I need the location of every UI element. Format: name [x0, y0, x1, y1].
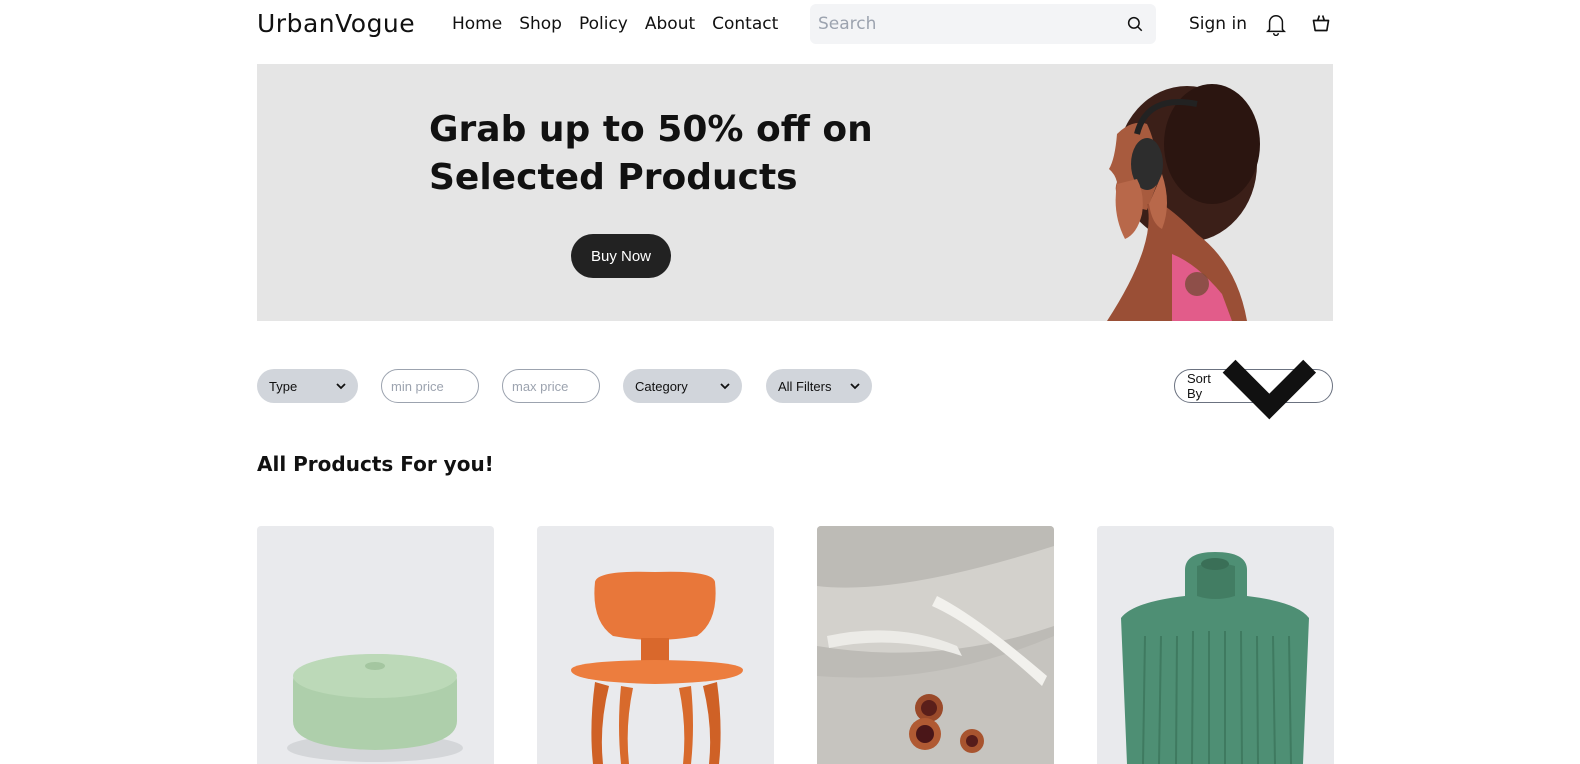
- search-icon[interactable]: [1126, 15, 1144, 33]
- category-select[interactable]: Category: [623, 369, 742, 403]
- type-select-label: Type: [269, 378, 298, 394]
- promo-title-line-1: Grab up to 50% off on: [429, 109, 873, 150]
- nav-home[interactable]: Home: [452, 14, 502, 34]
- pouf-image: [287, 654, 463, 762]
- chevron-down-icon: [1222, 359, 1317, 419]
- chair-image: [571, 571, 743, 764]
- woman-with-headphones-image: [1107, 84, 1260, 321]
- nav-shop[interactable]: Shop: [519, 14, 562, 34]
- product-card-chair[interactable]: [537, 526, 774, 764]
- site-header: UrbanVogue Home Shop Policy About Contac…: [0, 0, 1580, 48]
- buy-now-button[interactable]: Buy Now: [571, 234, 671, 278]
- sort-by-label: Sort By: [1187, 371, 1211, 401]
- sort-by-select[interactable]: Sort By: [1174, 359, 1333, 419]
- max-price-input[interactable]: [502, 369, 600, 403]
- main-nav: Home Shop Policy About Contact: [452, 14, 795, 34]
- promo-title-line-2: Selected Products: [429, 157, 798, 198]
- product-card-pouf[interactable]: [257, 526, 494, 764]
- sweater-image: [1121, 552, 1309, 764]
- section-title: All Products For you!: [257, 452, 494, 476]
- nav-policy[interactable]: Policy: [579, 14, 628, 34]
- search-input[interactable]: [810, 4, 1110, 44]
- all-filters-label: All Filters: [778, 378, 832, 394]
- category-select-label: Category: [635, 378, 688, 394]
- type-select[interactable]: Type: [257, 369, 358, 403]
- shopping-bag-icon[interactable]: [1311, 13, 1331, 33]
- search-box: [810, 4, 1156, 44]
- chevron-down-icon: [720, 383, 730, 390]
- all-filters-select[interactable]: All Filters: [766, 369, 872, 403]
- chevron-down-icon: [336, 383, 346, 390]
- promo-title: Grab up to 50% off on Selected Products: [429, 106, 929, 202]
- sign-in-link[interactable]: Sign in: [1189, 14, 1247, 34]
- chevron-down-icon: [850, 383, 860, 390]
- earrings-image: [817, 526, 1054, 764]
- nav-about[interactable]: About: [645, 14, 695, 34]
- min-price-input[interactable]: [381, 369, 479, 403]
- product-card-sweater[interactable]: [1097, 526, 1334, 764]
- bell-icon[interactable]: [1265, 12, 1287, 36]
- promo-banner: Grab up to 50% off on Selected Products …: [257, 64, 1333, 321]
- product-card-earrings[interactable]: [817, 526, 1054, 764]
- nav-contact[interactable]: Contact: [712, 14, 778, 34]
- site-logo[interactable]: UrbanVogue: [257, 9, 415, 38]
